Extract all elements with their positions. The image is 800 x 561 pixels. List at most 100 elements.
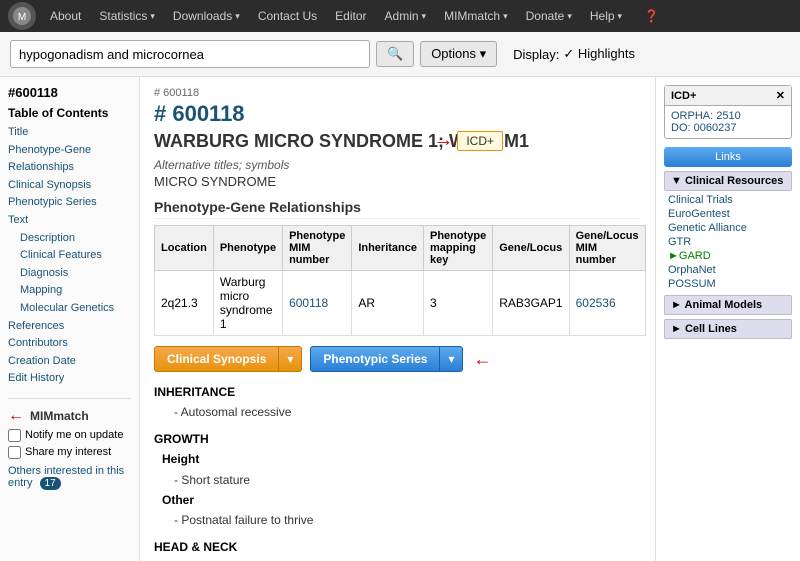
sidebar-link-edit-history[interactable]: Edit History [8, 370, 131, 388]
orphanet-link[interactable]: OrphaNet [664, 263, 792, 277]
sidebar-link-title[interactable]: Title [8, 124, 131, 142]
sidebar-link-text[interactable]: Text [8, 212, 131, 230]
nav-statistics[interactable]: Statistics▾ [91, 0, 163, 32]
nav-about[interactable]: About [42, 0, 89, 32]
cell-lines-title[interactable]: ► Cell Lines [664, 319, 792, 339]
chevron-down-icon: ▾ [567, 11, 572, 22]
others-interested[interactable]: Others interested in this entry 17 [8, 465, 131, 489]
chevron-down-icon: ▾ [150, 11, 155, 22]
display-section: Display: ✓ Highlights [513, 46, 635, 62]
cell-mim: 600118 [283, 271, 352, 336]
icd-close-button[interactable]: ✕ [776, 89, 785, 102]
sidebar-link-diagnosis[interactable]: Diagnosis [8, 265, 131, 283]
others-badge: 17 [40, 477, 61, 490]
nav-downloads[interactable]: Downloads▾ [165, 0, 248, 32]
possum-link[interactable]: POSSUM [664, 277, 792, 291]
cell-gene-mim: 602536 [569, 271, 645, 336]
right-panel: ICD+ ✕ ORPHA: 2510 DO: 0060237 Links ▼ C… [655, 77, 800, 561]
cell-phenotype: Warburg micro syndrome 1 [213, 271, 282, 336]
cell-inheritance: AR [352, 271, 424, 336]
cell-lines-section: ► Cell Lines [664, 319, 792, 339]
entry-title: # 600118 [154, 87, 641, 99]
height-item: Short stature [154, 470, 641, 490]
mimmatch-label: ← MIMmatch [8, 407, 131, 425]
clinical-trials-link[interactable]: Clinical Trials [664, 193, 792, 207]
genetic-alliance-link[interactable]: Genetic Alliance [664, 221, 792, 235]
clinical-synopsis-button[interactable]: Clinical Synopsis [154, 346, 279, 372]
share-label: Share my interest [25, 446, 111, 458]
sidebar-link-pheno-gene[interactable]: Phenotype-Gene Relationships [8, 142, 131, 177]
sidebar-link-references[interactable]: References [8, 318, 131, 336]
icd-popup-body: ORPHA: 2510 DO: 0060237 [665, 106, 791, 138]
head-sub: Head [154, 557, 641, 561]
toc-title: Table of Contents [8, 106, 131, 120]
nav-question[interactable]: ❓ [636, 0, 667, 32]
nav-editor[interactable]: Editor [327, 0, 374, 32]
icd-button[interactable]: ICD+ [457, 131, 503, 151]
gtr-link[interactable]: GTR [664, 235, 792, 249]
sidebar-link-phenotypic[interactable]: Phenotypic Series [8, 194, 131, 212]
options-button[interactable]: Options ▾ [420, 41, 497, 67]
cell-gene: RAB3GAP1 [493, 271, 569, 336]
cell-mapping-key: 3 [424, 271, 493, 336]
clinical-synopsis-dropdown[interactable]: ▾ [279, 346, 302, 372]
phenotypic-series-dropdown[interactable]: ▾ [440, 346, 463, 372]
head-neck-title: HEAD & NECK [154, 537, 641, 557]
sidebar-link-contributors[interactable]: Contributors [8, 335, 131, 353]
gard-link[interactable]: ►GARD [664, 249, 792, 263]
height-sub: Height [154, 449, 641, 469]
orpha-link[interactable]: ORPHA: 2510 [671, 110, 785, 122]
icd-red-arrow: → [433, 129, 453, 152]
nav-donate[interactable]: Donate▾ [518, 0, 580, 32]
phenotype-content: INHERITANCE Autosomal recessive GROWTH H… [154, 382, 641, 561]
icd-popup-title: ICD+ [671, 90, 696, 102]
col-phenotype: Phenotype [213, 226, 282, 271]
gene-mim-link[interactable]: 602536 [576, 296, 616, 310]
animal-models-title[interactable]: ► Animal Models [664, 295, 792, 315]
sidebar: #600118 Table of Contents Title Phenotyp… [0, 77, 140, 561]
main-layout: #600118 Table of Contents Title Phenotyp… [0, 77, 800, 561]
sidebar-link-creation[interactable]: Creation Date [8, 353, 131, 371]
inheritance-title: INHERITANCE [154, 382, 641, 402]
chevron-down-icon: ▾ [235, 11, 240, 22]
top-navigation: M About Statistics▾ Downloads▾ Contact U… [0, 0, 800, 32]
growth-title: GROWTH [154, 429, 641, 449]
search-button[interactable]: 🔍 [376, 41, 414, 67]
red-arrow-icon: ← [8, 407, 24, 425]
search-bar: 🔍 Options ▾ Display: ✓ Highlights [0, 32, 800, 77]
highlights-toggle[interactable]: ✓ Highlights [563, 46, 635, 62]
notify-checkbox[interactable] [8, 429, 21, 442]
cell-location: 2q21.3 [155, 271, 214, 336]
sidebar-link-mol-gen[interactable]: Molecular Genetics [8, 300, 131, 318]
animal-models-section: ► Animal Models [664, 295, 792, 315]
sidebar-entry-num: #600118 [8, 85, 131, 100]
sidebar-link-clinical-features[interactable]: Clinical Features [8, 247, 131, 265]
alt-titles-label: Alternative titles; symbols [154, 158, 641, 172]
clinical-resources-title[interactable]: ▼ Clinical Resources [664, 171, 792, 191]
search-input[interactable] [10, 40, 370, 68]
col-location: Location [155, 226, 214, 271]
other-item: Postnatal failure to thrive [154, 510, 641, 530]
site-logo[interactable]: M [8, 2, 36, 30]
nav-contact[interactable]: Contact Us [250, 0, 325, 32]
share-checkbox[interactable] [8, 446, 21, 459]
sidebar-link-description[interactable]: Description [8, 230, 131, 248]
nav-admin[interactable]: Admin▾ [377, 0, 435, 32]
eurogentest-link[interactable]: EuroGentest [664, 207, 792, 221]
content-area: → ICD+ # 600118 # 600118 WARBURG MICRO S… [140, 77, 655, 561]
col-mapping: Phenotype mapping key [424, 226, 493, 271]
mim-link[interactable]: 600118 [289, 296, 328, 310]
icd-popup-header: ICD+ ✕ [665, 86, 791, 106]
nav-mimmatch[interactable]: MIMmatch▾ [436, 0, 516, 32]
entry-hash: # 600118 [154, 101, 641, 127]
sidebar-link-mapping[interactable]: Mapping [8, 282, 131, 300]
links-button[interactable]: Links [664, 147, 792, 167]
sidebar-link-clinical[interactable]: Clinical Synopsis [8, 177, 131, 195]
nav-help[interactable]: Help▾ [582, 0, 630, 32]
do-link[interactable]: DO: 0060237 [671, 122, 785, 134]
phenotypic-series-button[interactable]: Phenotypic Series [310, 346, 440, 372]
pheno-gene-title: Phenotype-Gene Relationships [154, 199, 641, 219]
clinical-resources-section: ▼ Clinical Resources Clinical Trials Eur… [664, 171, 792, 291]
mimmatch-section: ← MIMmatch Notify me on update Share my … [8, 398, 131, 489]
pheno-gene-table: Location Phenotype Phenotype MIM number … [154, 225, 646, 336]
